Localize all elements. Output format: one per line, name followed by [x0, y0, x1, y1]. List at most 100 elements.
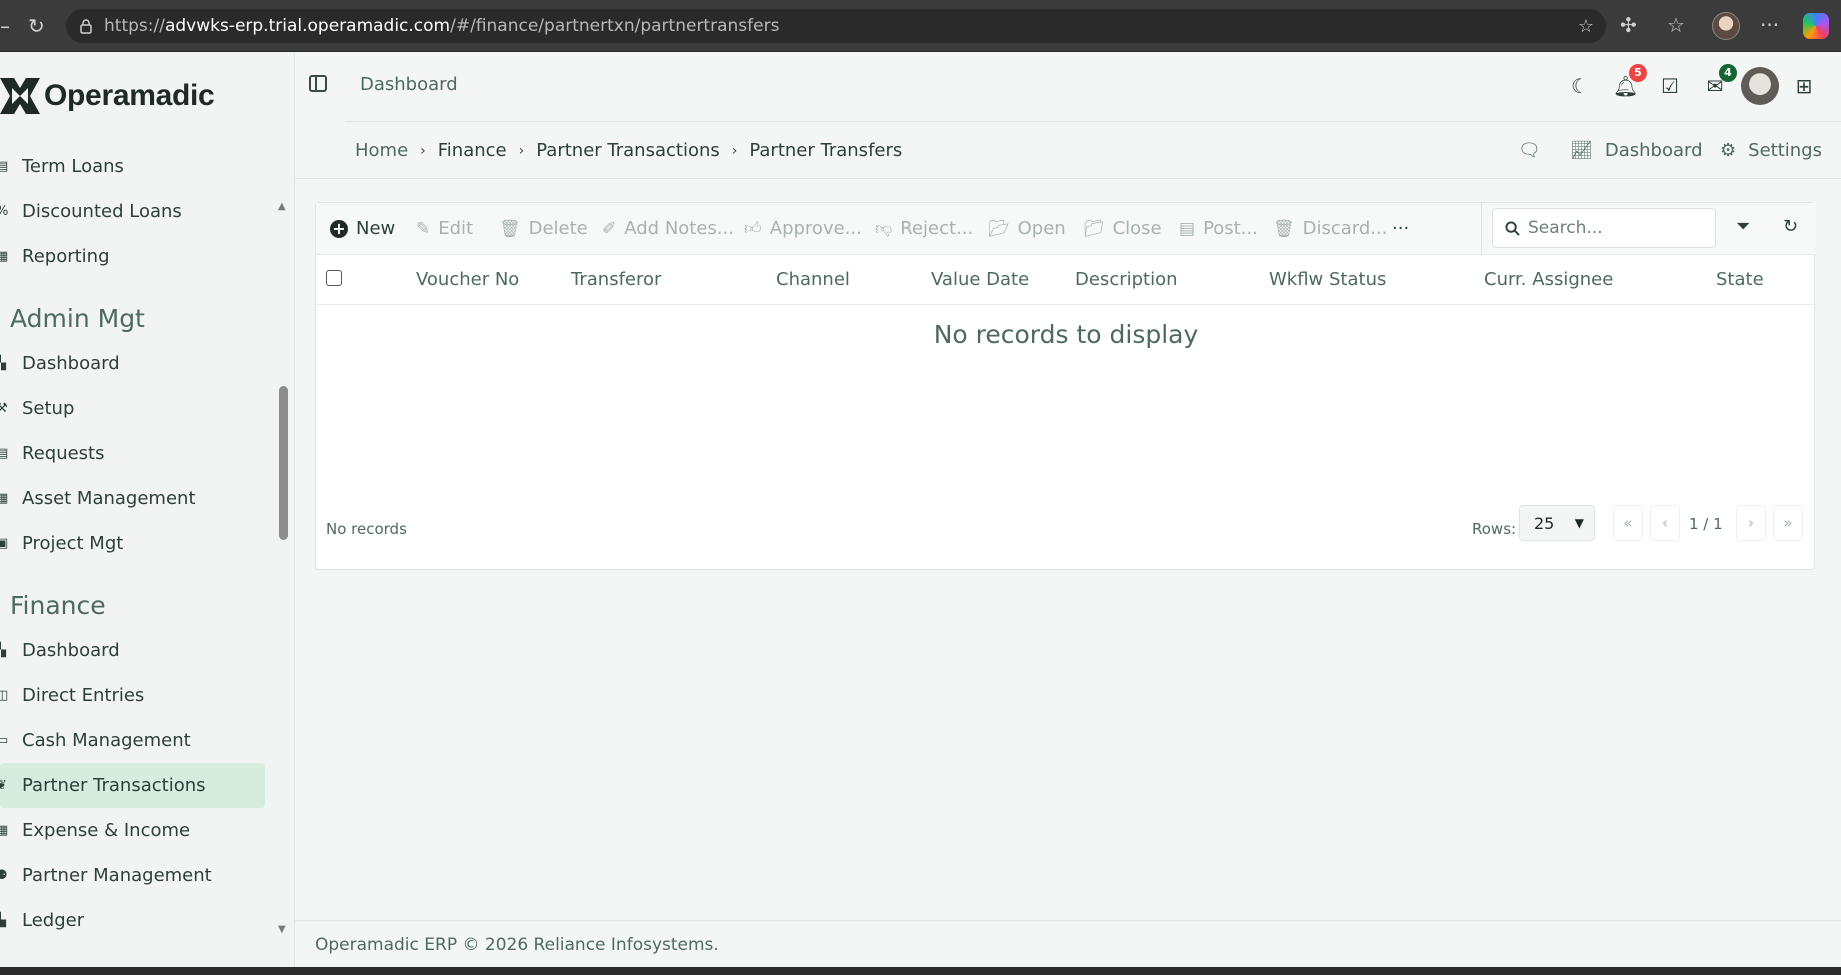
records-count: No records — [326, 520, 407, 538]
lock-icon — [80, 19, 92, 34]
column-header-wkflw-status[interactable]: Wkflw Status — [1269, 255, 1386, 305]
loan-icon: ▤ — [0, 159, 9, 174]
copilot-icon[interactable] — [1803, 13, 1829, 39]
edit-button[interactable]: ✎ Edit — [416, 203, 473, 255]
column-header-value-date[interactable]: Value Date — [931, 255, 1029, 305]
settings-link[interactable]: ⚙ Settings — [1720, 140, 1822, 161]
sidebar-item-partner-management[interactable]: ⚉ Partner Management — [0, 853, 275, 898]
browser-profile-avatar[interactable] — [1712, 12, 1740, 40]
dashboard-link[interactable]: 📈︎ Dashboard — [1570, 140, 1703, 161]
favorite-star-icon[interactable]: ☆ — [1578, 16, 1594, 37]
search-input[interactable] — [1528, 218, 1708, 238]
address-bar[interactable]: https://advwks-erp.trial.operamadic.com/… — [66, 9, 1606, 43]
breadcrumb-finance[interactable]: Finance — [438, 140, 507, 161]
column-header-state[interactable]: State — [1716, 255, 1764, 305]
filter-icon[interactable]: ⏷ — [1736, 216, 1750, 237]
dark-mode-moon-icon[interactable]: ☾ — [1568, 74, 1592, 98]
prev-page-button[interactable]: ‹ — [1650, 505, 1680, 541]
favorites-icon[interactable]: ☆ — [1667, 13, 1685, 37]
search-box[interactable] — [1492, 208, 1716, 248]
post-button[interactable]: ▤ Post... — [1179, 203, 1258, 255]
gear-icon: ⚙ — [1720, 140, 1737, 161]
sidebar-item-term-loans[interactable]: ▤ Term Loans — [0, 144, 275, 189]
url-text: https://advwks-erp.trial.operamadic.com/… — [104, 16, 780, 36]
chevron-down-icon: ▼ — [1574, 516, 1584, 530]
sidebar-item-setup[interactable]: ⚒ Setup — [0, 386, 275, 431]
rows-label: Rows: — [1472, 520, 1517, 538]
sidebar-scrollbar[interactable]: ▲ ▼ — [276, 144, 290, 944]
column-header-transferor[interactable]: Transferor — [571, 255, 661, 305]
search-icon — [1505, 220, 1520, 236]
notifications-bell-icon[interactable]: 🔔︎ 5 — [1613, 64, 1647, 98]
first-page-button[interactable]: « — [1613, 505, 1643, 541]
sidebar-section-admin: Admin Mgt — [10, 304, 145, 333]
sidebar-item-asset-management[interactable]: ▦ Asset Management — [0, 476, 275, 521]
user-avatar[interactable] — [1741, 67, 1779, 105]
reject-button[interactable]: 👎︎ Reject... — [875, 203, 973, 255]
new-button[interactable]: + New — [330, 203, 395, 255]
back-icon[interactable]: – — [0, 14, 10, 38]
tasks-checklist-icon[interactable]: ☑ — [1658, 74, 1682, 98]
chevron-right-icon: › — [518, 142, 525, 159]
toolbar-divider — [1481, 203, 1482, 255]
column-header-curr-assignee[interactable]: Curr. Assignee — [1484, 255, 1613, 305]
logo[interactable]: Operamadic — [0, 72, 215, 120]
breadcrumb-home[interactable]: Home — [355, 140, 408, 161]
scroll-up-icon[interactable]: ▲ — [278, 201, 286, 212]
notifications-badge: 5 — [1629, 64, 1647, 82]
comments-icon[interactable]: 🗨︎ — [1518, 140, 1541, 161]
sidebar-item-expense-income[interactable]: ▦ Expense & Income — [0, 808, 275, 853]
messages-mail-icon[interactable]: ✉ 4 — [1703, 64, 1737, 98]
sidebar-item-ledger[interactable]: ▙ Ledger — [0, 898, 275, 943]
extensions-icon[interactable]: ✣ — [1620, 13, 1637, 37]
edit-icon: ✎ — [416, 219, 431, 239]
discard-button[interactable]: 🗑︎ Discard... — [1273, 203, 1387, 255]
scroll-down-icon[interactable]: ▼ — [278, 924, 286, 935]
sidebar-item-cash-management[interactable]: ▭ Cash Management — [0, 718, 275, 763]
sidebar-item-requests[interactable]: ▤ Requests — [0, 431, 275, 476]
select-all-checkbox[interactable] — [326, 270, 342, 286]
add-notes-button[interactable]: ✐ Add Notes... — [602, 203, 734, 255]
logo-icon — [0, 78, 40, 114]
topbar-title: Dashboard — [360, 74, 458, 95]
next-page-button[interactable]: › — [1736, 505, 1766, 541]
thumbs-up-icon: 👍︎ — [744, 219, 762, 239]
last-page-button[interactable]: » — [1773, 505, 1803, 541]
open-button[interactable]: 📂︎ Open — [988, 203, 1066, 255]
sidebar: Operamadic ▤Term Loans %Discounted Loans… — [0, 52, 295, 967]
ledger-icon: ▙ — [0, 913, 6, 928]
breadcrumb: Home › Finance › Partner Transactions › … — [355, 140, 902, 161]
sidebar-item-finance-dashboard[interactable]: ▚ Dashboard — [0, 628, 275, 673]
more-actions-button[interactable]: ··· — [1392, 203, 1409, 255]
column-header-description[interactable]: Description — [1075, 255, 1178, 305]
topbar: Dashboard ☾ 🔔︎ 5 ☑ ✉ 4 ⊞ — [295, 52, 1841, 122]
reload-icon[interactable]: ↻ — [28, 14, 45, 38]
header-divider — [345, 121, 1841, 122]
sidebar-item-reporting[interactable]: ▦ Reporting — [0, 234, 275, 279]
partner-transfers-grid: + New ✎ Edit 🗑︎ Delete ✐ Add Notes... 👍︎… — [315, 202, 1816, 570]
sidebar-item-partner-transactions[interactable]: ❦ Partner Transactions — [0, 763, 265, 808]
close-button[interactable]: 📁︎ Close — [1083, 203, 1162, 255]
sidebar-item-discounted-loans[interactable]: %Discounted Loans — [0, 189, 275, 234]
column-header-voucher-no[interactable]: Voucher No — [416, 255, 519, 305]
requests-icon: ▤ — [0, 446, 9, 461]
column-header-channel[interactable]: Channel — [776, 255, 850, 305]
sidebar-item-direct-entries[interactable]: ◫ Direct Entries — [0, 673, 275, 718]
approve-button[interactable]: 👍︎ Approve... — [744, 203, 862, 255]
breadcrumb-partner-transactions[interactable]: Partner Transactions — [536, 140, 720, 161]
rows-per-page-select[interactable]: 25 ▼ — [1519, 505, 1595, 541]
chevron-right-icon: › — [731, 142, 738, 159]
apps-grid-icon[interactable]: ⊞ — [1792, 74, 1816, 98]
thumbs-down-icon: 👎︎ — [875, 219, 893, 239]
sidebar-item-project-mgt[interactable]: ▣ Project Mgt — [0, 521, 275, 566]
app-footer: Operamadic ERP © 2026 Reliance Infosyste… — [295, 920, 1841, 967]
delete-button[interactable]: 🗑︎ Delete — [499, 203, 588, 255]
copyright-text: Operamadic ERP © 2026 Reliance Infosyste… — [315, 935, 719, 955]
folder-open-icon: 📂︎ — [988, 219, 1010, 239]
more-options-icon[interactable]: ··· — [1760, 13, 1779, 37]
sidebar-item-admin-dashboard[interactable]: ▚ Dashboard — [0, 341, 275, 386]
chevron-right-icon: › — [420, 142, 426, 159]
refresh-icon[interactable]: ↻ — [1783, 216, 1798, 237]
sidebar-toggle-icon[interactable] — [309, 75, 327, 92]
scrollbar-thumb[interactable] — [279, 386, 288, 540]
